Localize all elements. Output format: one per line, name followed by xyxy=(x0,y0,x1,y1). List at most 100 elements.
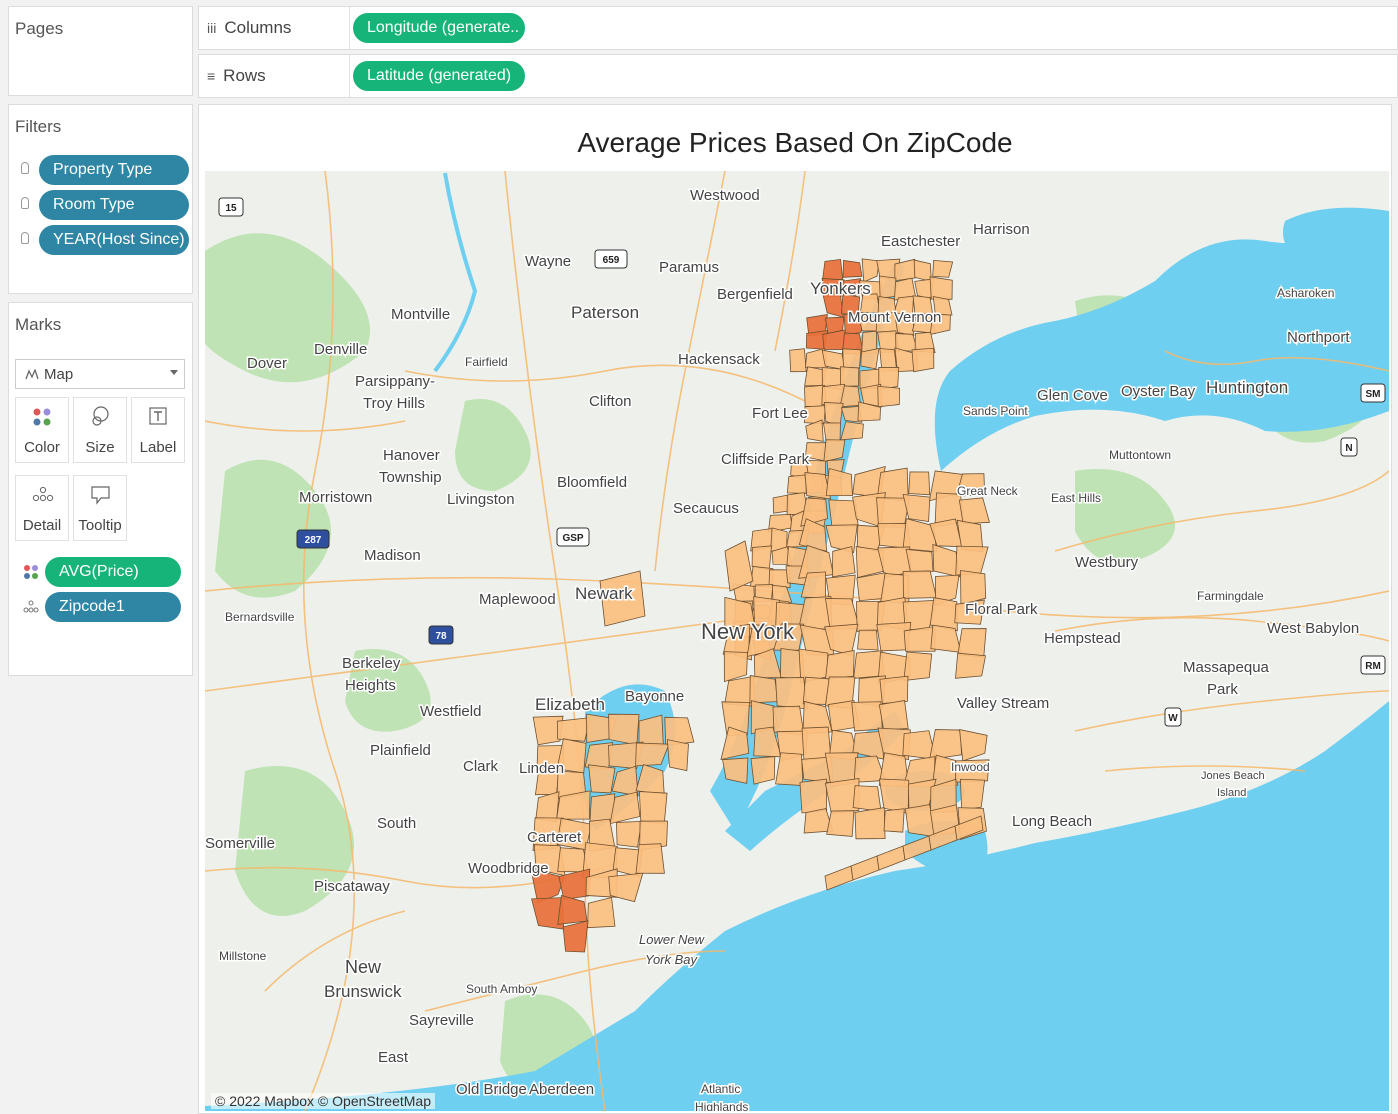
filter-pill[interactable]: Property Type xyxy=(39,155,189,185)
zipcode-area[interactable] xyxy=(932,259,954,278)
zipcode-pill[interactable]: Zipcode1 xyxy=(45,592,181,622)
place-label: Clark xyxy=(463,758,499,775)
filter-property-type[interactable]: Property Type xyxy=(17,155,189,185)
place-label: New xyxy=(345,957,382,977)
size-button[interactable]: Size xyxy=(73,397,127,463)
zipcode-area[interactable] xyxy=(879,675,909,704)
place-label: Oyster Bay xyxy=(1121,383,1196,400)
zipcode-area[interactable] xyxy=(856,572,886,602)
tooltip-button[interactable]: Tooltip xyxy=(73,475,127,541)
map-attribution[interactable]: © 2022 Mapbox © OpenStreetMap xyxy=(211,1093,435,1109)
avg-price-field[interactable]: AVG(Price) xyxy=(19,557,183,587)
place-label: East xyxy=(378,1049,409,1066)
map-canvas[interactable]: Westwood Harrison Eastchester Wayne Paramus Y… xyxy=(205,171,1389,1111)
detail-button[interactable]: Detail xyxy=(15,475,69,541)
zipcode-field[interactable]: Zipcode1 xyxy=(19,592,183,622)
label-button-label: Label xyxy=(139,439,177,456)
filters-panel: Filters Property Type Room Type YEAR(Hos… xyxy=(8,104,193,294)
zipcode-area[interactable] xyxy=(883,808,905,833)
rows-label-text: Rows xyxy=(223,66,266,85)
place-label: Massapequa xyxy=(1183,659,1270,676)
zipcode-area[interactable] xyxy=(832,546,856,578)
filter-room-type[interactable]: Room Type xyxy=(17,190,189,220)
zipcode-area[interactable] xyxy=(877,385,900,408)
place-label: Mount Vernon xyxy=(848,309,941,326)
color-button[interactable]: Color xyxy=(15,397,69,463)
zipcode-area[interactable] xyxy=(955,652,986,679)
map[interactable]: Westwood Harrison Eastchester Wayne Paramus Y… xyxy=(205,171,1389,1111)
zipcode-area[interactable] xyxy=(857,629,879,651)
zipcode-area[interactable] xyxy=(957,628,987,658)
zipcode-area[interactable] xyxy=(616,820,642,848)
zipcode-area[interactable] xyxy=(749,675,779,704)
place-label: Island xyxy=(1217,787,1246,799)
rows-shelf[interactable]: ≡ Rows Latitude (generated) xyxy=(198,54,1398,98)
zipcode-area[interactable] xyxy=(908,471,931,496)
mark-type-dropdown[interactable]: Map xyxy=(15,359,185,389)
zipcode-area[interactable] xyxy=(751,545,773,571)
zipcode-area[interactable] xyxy=(587,897,616,929)
zipcode-area[interactable] xyxy=(878,700,909,731)
zipcode-area[interactable] xyxy=(825,650,855,680)
place-label: Somerville xyxy=(205,835,275,852)
zipcode-area[interactable] xyxy=(799,778,828,814)
zipcode-area[interactable] xyxy=(854,807,886,840)
zipcode-area[interactable] xyxy=(851,701,883,732)
place-label: New York xyxy=(701,619,795,644)
zipcode-area[interactable] xyxy=(789,348,807,373)
place-label: Atlantic xyxy=(701,1082,740,1096)
zipcode-area[interactable] xyxy=(839,366,860,387)
zipcode-area[interactable] xyxy=(860,347,880,370)
zipcode-area[interactable] xyxy=(959,778,986,811)
zipcode-area[interactable] xyxy=(878,367,900,390)
zipcode-area[interactable] xyxy=(588,764,616,794)
zipcode-area[interactable] xyxy=(929,729,962,760)
svg-text:659: 659 xyxy=(603,255,620,266)
svg-text:78: 78 xyxy=(435,631,447,642)
filter-year-host-since[interactable]: YEAR(Host Since) xyxy=(17,225,189,255)
zipcode-area[interactable] xyxy=(842,348,862,370)
place-label: Sayreville xyxy=(409,1012,474,1029)
zipcode-area[interactable] xyxy=(775,677,808,710)
filter-pill[interactable]: Room Type xyxy=(39,190,189,220)
place-label: Asharoken xyxy=(1277,286,1334,300)
zipcode-area[interactable] xyxy=(878,275,897,299)
place-label: Aberdeen xyxy=(529,1081,594,1098)
rows-icon: ≡ xyxy=(207,68,216,84)
place-label: Denville xyxy=(314,341,367,358)
zipcode-area[interactable] xyxy=(750,756,776,785)
zipcode-area[interactable] xyxy=(556,717,591,742)
zipcode-area[interactable] xyxy=(842,259,863,278)
filter-pill[interactable]: YEAR(Host Since) xyxy=(39,225,189,255)
place-label: Township xyxy=(379,469,442,486)
highway-shield: 287 xyxy=(296,529,330,549)
zipcode-area[interactable] xyxy=(638,791,668,825)
zipcode-area[interactable] xyxy=(772,705,805,736)
zipcode-area[interactable] xyxy=(608,713,640,746)
zipcode-area[interactable] xyxy=(905,548,934,574)
avg-price-pill[interactable]: AVG(Price) xyxy=(45,557,181,587)
zipcode-area[interactable] xyxy=(666,739,689,772)
place-label: Sands Point xyxy=(963,404,1028,418)
zipcode-area[interactable] xyxy=(822,422,841,443)
zipcode-area[interactable] xyxy=(903,626,936,652)
zipcode-area[interactable] xyxy=(852,785,882,812)
place-label: Bloomfield xyxy=(557,474,627,491)
longitude-pill[interactable]: Longitude (generate.. xyxy=(353,13,525,43)
zipcode-area[interactable] xyxy=(786,474,807,494)
latitude-pill[interactable]: Latitude (generated) xyxy=(353,61,525,91)
zipcode-area[interactable] xyxy=(902,570,937,599)
place-label: Parsippany- xyxy=(355,373,435,390)
place-label: Heights xyxy=(345,677,396,694)
zipcode-area[interactable] xyxy=(826,810,855,837)
highway-shield: N xyxy=(1340,437,1358,457)
place-label: Bergenfield xyxy=(717,286,793,303)
place-label: Northport xyxy=(1287,329,1350,346)
zipcode-area[interactable] xyxy=(911,347,935,373)
label-button[interactable]: Label xyxy=(131,397,185,463)
columns-shelf[interactable]: iii Columns Longitude (generate.. xyxy=(198,6,1398,50)
place-label: Huntington xyxy=(1206,378,1288,397)
zipcode-area[interactable] xyxy=(635,843,665,874)
zipcode-area[interactable] xyxy=(929,276,953,300)
zipcode-area[interactable] xyxy=(775,752,804,786)
